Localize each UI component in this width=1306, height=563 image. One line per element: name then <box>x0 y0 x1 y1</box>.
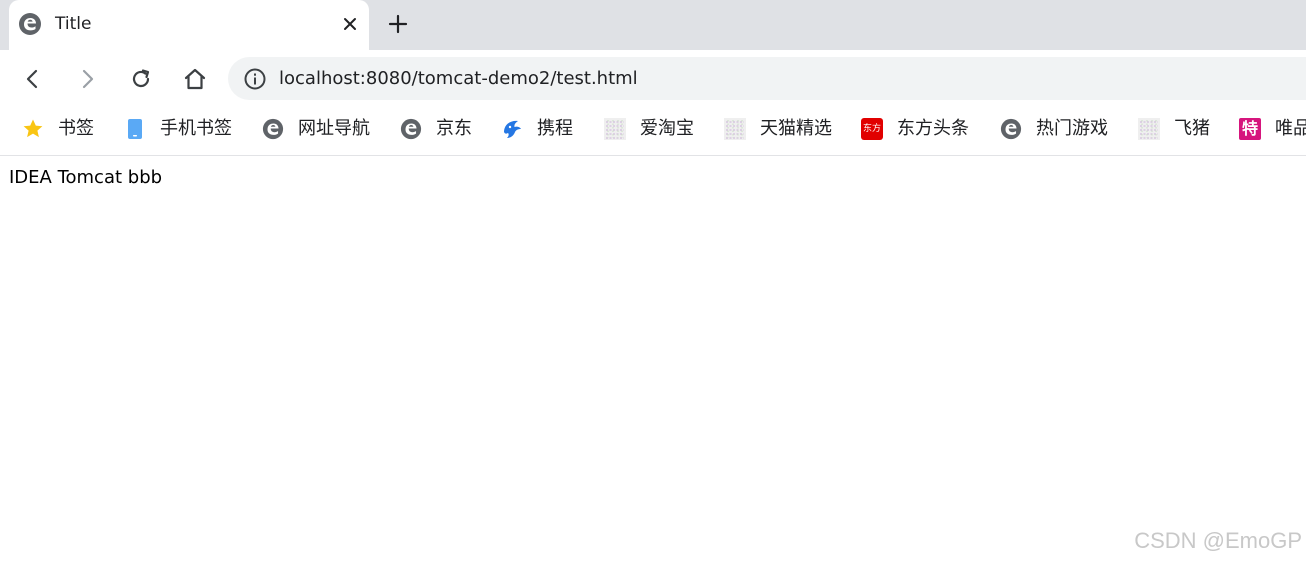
bookmark-label: 书签 <box>58 118 94 139</box>
reload-icon[interactable] <box>126 64 156 94</box>
bookmark-item[interactable]: 京东 <box>400 117 472 141</box>
bookmark-label: 爱淘宝 <box>640 118 694 139</box>
edge-e-icon <box>400 118 422 140</box>
edge-e-icon <box>262 118 284 140</box>
browser-toolbar: localhost:8080/tomcat-demo2/test.html <box>0 50 1306 107</box>
bookmark-item[interactable]: 携程 <box>501 117 573 141</box>
dolphin-icon <box>501 118 523 140</box>
forward-arrow-icon[interactable] <box>72 64 102 94</box>
watermark: CSDN @EmoGP <box>1134 528 1302 553</box>
bookmark-item[interactable]: 东方 东方头条 <box>861 117 969 141</box>
phone-icon <box>124 118 146 140</box>
bookmark-label: 网址导航 <box>298 118 370 139</box>
te-badge-icon: 特 <box>1239 118 1261 140</box>
tab-strip: Title <box>0 0 1306 50</box>
dongfang-icon: 东方 <box>861 118 883 140</box>
bookmark-label: 飞猪 <box>1174 118 1210 139</box>
bookmark-label: 热门游戏 <box>1036 118 1108 139</box>
bookmark-label: 东方头条 <box>897 118 969 139</box>
edge-e-icon <box>1000 118 1022 140</box>
bookmark-label: 京东 <box>436 118 472 139</box>
bookmark-item[interactable]: 网址导航 <box>262 117 370 141</box>
bookmark-label: 携程 <box>537 118 573 139</box>
bookmark-item[interactable]: 飞猪 <box>1138 117 1210 141</box>
edge-e-icon <box>18 12 42 36</box>
placeholder-image-icon <box>724 118 746 140</box>
url-text[interactable]: localhost:8080/tomcat-demo2/test.html <box>279 67 638 91</box>
bookmark-item[interactable]: 爱淘宝 <box>604 117 694 141</box>
bookmark-item[interactable]: 特 唯品会 <box>1239 117 1306 141</box>
bookmark-label: 手机书签 <box>160 118 232 139</box>
back-arrow-icon[interactable] <box>18 64 48 94</box>
placeholder-image-icon <box>604 118 626 140</box>
close-icon[interactable] <box>339 13 361 35</box>
bookmark-item[interactable]: 书签 <box>22 117 94 141</box>
info-icon[interactable] <box>243 67 267 91</box>
star-icon <box>22 118 44 140</box>
address-bar[interactable]: localhost:8080/tomcat-demo2/test.html <box>228 57 1306 100</box>
bookmark-item[interactable]: 手机书签 <box>124 117 232 141</box>
bookmark-label: 唯品会 <box>1275 118 1306 139</box>
bookmark-item[interactable]: 天猫精选 <box>724 117 832 141</box>
bookmarks-bar: 书签 手机书签 网址导航 京东 携程 爱淘宝 天猫精选 东方 东方头条 热门游戏… <box>0 107 1306 156</box>
bookmark-label: 天猫精选 <box>760 118 832 139</box>
page-body-text: IDEA Tomcat bbb <box>9 167 163 188</box>
new-tab-plus-icon[interactable] <box>385 11 411 37</box>
tab-title: Title <box>55 14 92 34</box>
tab-title-page[interactable]: Title <box>9 0 369 50</box>
home-icon[interactable] <box>180 64 210 94</box>
placeholder-image-icon <box>1138 118 1160 140</box>
bookmark-item[interactable]: 热门游戏 <box>1000 117 1108 141</box>
